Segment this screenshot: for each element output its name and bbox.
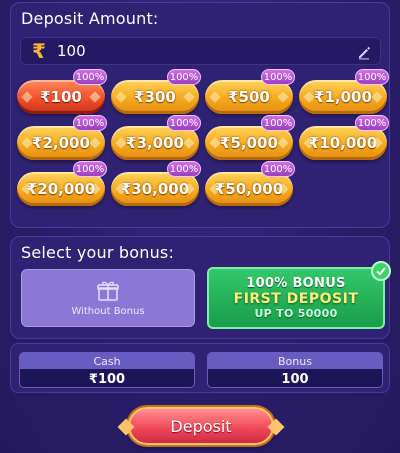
chip-label: ₹10,000 (308, 134, 378, 152)
chip-label: ₹20,000 (26, 180, 96, 198)
chip-bonus-badge: 100% (261, 115, 295, 131)
bonus-limit-text: UP TO 50000 (254, 307, 338, 320)
chip-label: ₹5,000 (220, 134, 278, 152)
amount-chip-5000[interactable]: ₹5,000 100% (205, 115, 295, 160)
chip-label: ₹500 (228, 88, 270, 106)
chip-bonus-badge: 100% (355, 69, 389, 85)
amount-chip-30000[interactable]: ₹30,000 100% (111, 161, 201, 206)
first-deposit-bonus-option[interactable]: 100% BONUS FIRST DEPOSIT UP TO 50000 (207, 261, 391, 329)
deposit-button[interactable]: Deposit (117, 407, 285, 445)
chip-label: ₹50,000 (214, 180, 284, 198)
amount-chip-10000[interactable]: ₹10,000 100% (299, 115, 389, 160)
bonus-panel: Select your bonus: Without Bonus 100% BO… (10, 236, 391, 339)
amount-chip-20000[interactable]: ₹20,000 100% (17, 161, 107, 206)
chip-bonus-badge: 100% (73, 115, 107, 131)
without-bonus-label: Without Bonus (71, 305, 145, 317)
amount-chip-500[interactable]: ₹500 100% (205, 69, 295, 114)
amount-chip-3000[interactable]: ₹3,000 100% (111, 115, 201, 160)
amount-chip-50000[interactable]: ₹50,000 100% (205, 161, 295, 206)
amount-chip-2000[interactable]: ₹2,000 100% (17, 115, 107, 160)
amount-chip-300[interactable]: ₹300 100% (111, 69, 201, 114)
first-deposit-text: FIRST DEPOSIT (233, 291, 359, 307)
chip-bonus-badge: 100% (167, 161, 201, 177)
chip-bonus-badge: 100% (261, 69, 295, 85)
chip-label: ₹30,000 (120, 180, 190, 198)
rupee-icon: ₹ (32, 39, 46, 63)
check-icon (371, 261, 391, 281)
ornament-left-icon (117, 418, 135, 436)
chip-label: ₹3,000 (126, 134, 184, 152)
bonus-value: 100 (208, 369, 382, 387)
deposit-button-label: Deposit (170, 416, 232, 436)
bonus-summary: Bonus 100 (207, 352, 383, 388)
chip-label: ₹2,000 (32, 134, 90, 152)
chip-bonus-badge: 100% (261, 161, 295, 177)
chip-label: ₹100 (40, 88, 82, 106)
amount-value: 100 (57, 42, 86, 60)
bonus-title: Select your bonus: (21, 243, 175, 262)
chip-label: ₹300 (134, 88, 176, 106)
bonus-label: Bonus (208, 353, 382, 369)
deposit-amount-input[interactable]: ₹ 100 (20, 37, 381, 65)
chip-bonus-badge: 100% (355, 115, 389, 131)
cash-summary: Cash ₹100 (19, 352, 195, 388)
gift-icon (97, 281, 119, 301)
ornament-right-icon (267, 418, 285, 436)
pencil-icon[interactable] (356, 44, 372, 60)
amount-chip-1000[interactable]: ₹1,000 100% (299, 69, 389, 114)
deposit-amount-panel: Deposit Amount: ₹ 100 ₹100 100% ₹300 100… (10, 2, 390, 228)
chip-bonus-badge: 100% (73, 69, 107, 85)
deposit-amount-title: Deposit Amount: (21, 9, 159, 28)
cash-label: Cash (20, 353, 194, 369)
cash-value: ₹100 (20, 369, 194, 387)
without-bonus-option[interactable]: Without Bonus (21, 269, 195, 327)
amount-chip-100[interactable]: ₹100 100% (17, 69, 107, 114)
deposit-page: Deposit Amount: ₹ 100 ₹100 100% ₹300 100… (0, 0, 400, 453)
chip-bonus-badge: 100% (73, 161, 107, 177)
summary-panel: Cash ₹100 Bonus 100 (10, 343, 390, 393)
chip-label: ₹1,000 (314, 88, 372, 106)
chip-bonus-badge: 100% (167, 115, 201, 131)
bonus-percent-text: 100% BONUS (246, 276, 346, 291)
chip-bonus-badge: 100% (167, 69, 201, 85)
